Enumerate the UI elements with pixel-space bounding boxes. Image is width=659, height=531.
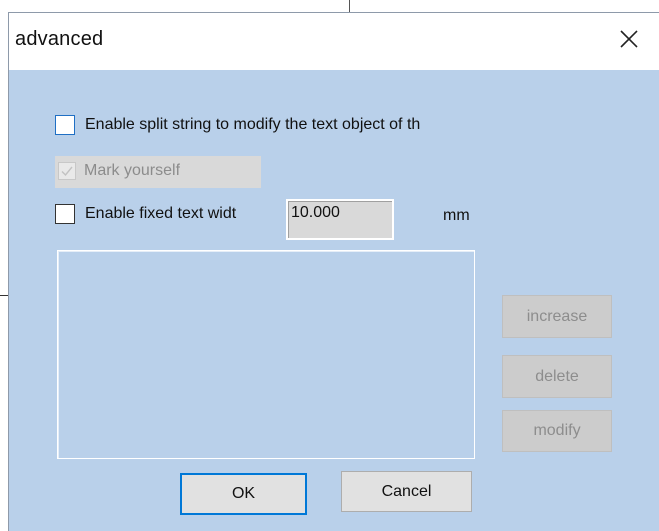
modify-button[interactable]: modify xyxy=(502,410,612,452)
width-unit-label: mm xyxy=(443,207,470,224)
increase-button[interactable]: increase xyxy=(502,295,612,338)
mark-yourself-checkbox xyxy=(58,162,76,180)
advanced-dialog: advanced Enable split string to modify t… xyxy=(8,12,659,531)
dialog-title: advanced xyxy=(15,28,104,50)
mark-yourself-option: Mark yourself xyxy=(55,156,261,188)
split-string-checkbox[interactable] xyxy=(55,115,75,135)
checkmark-icon xyxy=(61,166,73,177)
delete-button[interactable]: delete xyxy=(502,355,612,398)
fixed-width-label[interactable]: Enable fixed text widt xyxy=(85,205,284,223)
background-window-edge xyxy=(349,0,350,12)
screen: advanced Enable split string to modify t… xyxy=(0,0,659,531)
ok-button[interactable]: OK xyxy=(180,473,307,515)
title-bar[interactable]: advanced xyxy=(9,13,659,70)
close-icon xyxy=(620,30,638,48)
fixed-width-checkbox[interactable] xyxy=(55,204,75,224)
mark-yourself-label: Mark yourself xyxy=(84,162,181,179)
cancel-button[interactable]: Cancel xyxy=(341,471,472,512)
close-button[interactable] xyxy=(612,22,646,56)
split-string-label[interactable]: Enable split string to modify the text o… xyxy=(85,116,530,134)
string-list[interactable] xyxy=(57,250,475,459)
text-width-input[interactable]: 10.000 xyxy=(286,199,394,240)
